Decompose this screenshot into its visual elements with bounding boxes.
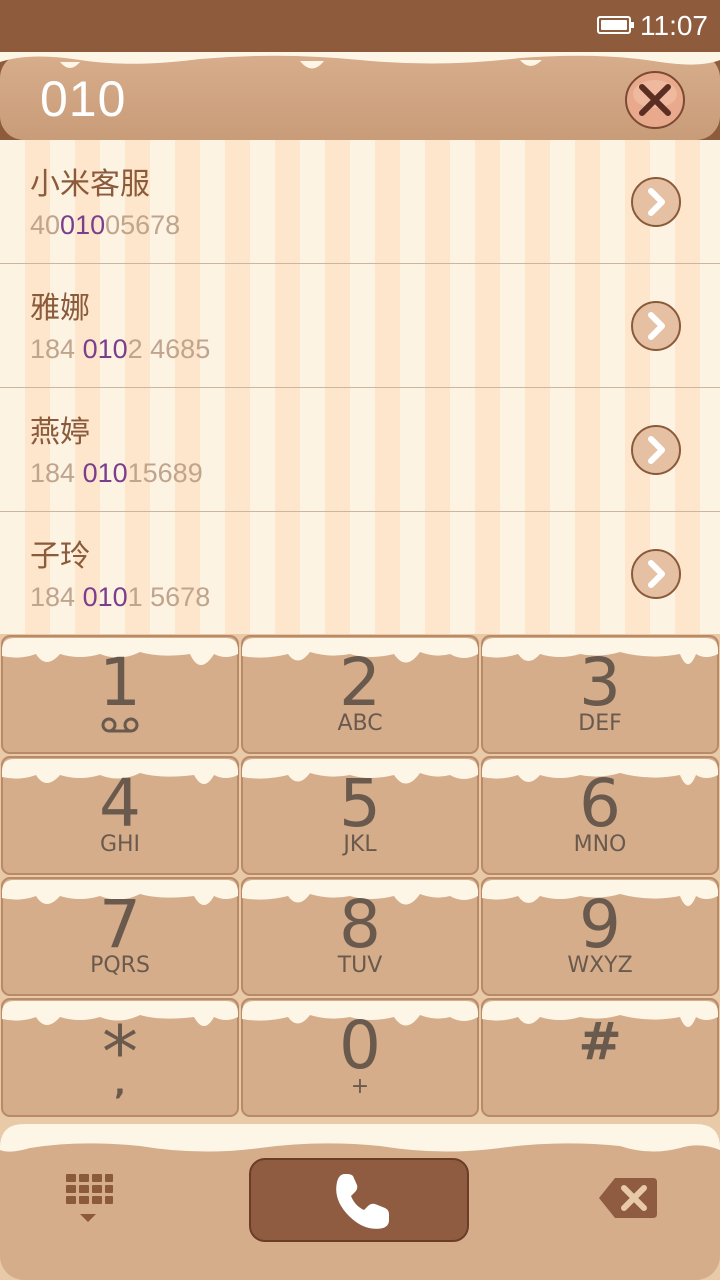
key-letters: JKL <box>343 832 377 857</box>
key-4[interactable]: 4 GHI <box>0 755 240 876</box>
dialpad-toggle-button[interactable] <box>62 1170 114 1230</box>
key-letters: + <box>350 1074 370 1099</box>
contact-detail-button[interactable] <box>630 548 682 600</box>
chevron-right-icon <box>631 425 681 475</box>
contact-name: 小米客服 <box>30 168 150 201</box>
dialer-action-bar <box>0 1120 720 1280</box>
contact-detail-button[interactable] <box>630 300 682 352</box>
key-digit: # <box>578 1012 622 1072</box>
key-letters: MNO <box>573 832 627 857</box>
contact-row[interactable]: 子玲 184 0101 5678 <box>0 512 720 636</box>
close-icon <box>625 71 685 129</box>
matched-digits: 010 <box>82 582 128 612</box>
key-digit: 5 <box>339 765 381 842</box>
dialed-number-bar: 010 <box>0 52 720 142</box>
clear-button[interactable] <box>624 70 686 130</box>
key-digit: 6 <box>579 765 621 842</box>
key-letters: WXYZ <box>567 953 633 978</box>
contact-name: 燕婷 <box>30 416 90 449</box>
contact-row[interactable]: 雅娜 184 0102 4685 <box>0 264 720 388</box>
key-letters: GHI <box>99 832 141 857</box>
key-0[interactable]: 0 + <box>240 997 480 1118</box>
contact-name: 子玲 <box>30 540 90 573</box>
key-letters: TUV <box>337 953 383 978</box>
key-digit: 4 <box>99 765 141 842</box>
key-letters: ABC <box>337 711 383 736</box>
key-digit: 7 <box>99 886 141 963</box>
contact-number: 184 01015689 <box>30 458 203 488</box>
call-button[interactable] <box>249 1158 469 1242</box>
contact-number: 4001005678 <box>30 210 181 240</box>
dialed-number[interactable]: 010 <box>40 72 126 126</box>
key-8[interactable]: 8 TUV <box>240 876 480 997</box>
matched-digits: 010 <box>82 334 128 364</box>
key-letters: PQRS <box>90 953 150 978</box>
matched-digits: 010 <box>82 458 128 488</box>
key-hash[interactable]: # <box>480 997 720 1118</box>
voicemail-icon <box>101 717 139 733</box>
chevron-right-icon <box>631 177 681 227</box>
battery-icon <box>597 16 634 34</box>
chevron-right-icon <box>631 301 681 351</box>
key-digit: 1 <box>99 644 141 721</box>
status-bar: 11:07 <box>0 0 720 52</box>
phone-icon <box>336 1174 389 1229</box>
dial-keypad: 1 2 ABC 3 DEF 4 GHI 5 JKL 6 MNO 7 PQRS 8… <box>0 634 720 1120</box>
contact-detail-button[interactable] <box>630 424 682 476</box>
key-digit: 3 <box>579 644 621 721</box>
contact-number: 184 0101 5678 <box>30 582 211 612</box>
matched-digits: 010 <box>60 210 106 240</box>
contact-row[interactable]: 小米客服 4001005678 <box>0 140 720 264</box>
key-digit: 9 <box>579 886 621 963</box>
contact-name: 雅娜 <box>30 292 90 325</box>
key-6[interactable]: 6 MNO <box>480 755 720 876</box>
key-star[interactable]: * , <box>0 997 240 1118</box>
key-3[interactable]: 3 DEF <box>480 634 720 755</box>
contact-results-list: 小米客服 4001005678 雅娜 184 0102 4685 燕婷 184 … <box>0 140 720 636</box>
key-7[interactable]: 7 PQRS <box>0 876 240 997</box>
key-5[interactable]: 5 JKL <box>240 755 480 876</box>
backspace-button[interactable] <box>597 1176 659 1220</box>
contact-number: 184 0102 4685 <box>30 334 211 364</box>
contact-detail-button[interactable] <box>630 176 682 228</box>
chevron-right-icon <box>631 549 681 599</box>
backspace-icon <box>599 1178 657 1218</box>
contact-row[interactable]: 燕婷 184 01015689 <box>0 388 720 512</box>
key-letters: , <box>114 1067 126 1102</box>
key-digit: 8 <box>339 886 381 963</box>
key-9[interactable]: 9 WXYZ <box>480 876 720 997</box>
dialpad-icon <box>66 1174 113 1222</box>
key-digit: 0 <box>339 1007 381 1084</box>
clock: 11:07 <box>640 10 708 41</box>
key-2[interactable]: 2 ABC <box>240 634 480 755</box>
key-1[interactable]: 1 <box>0 634 240 755</box>
key-letters: DEF <box>578 711 622 736</box>
key-digit: 2 <box>339 644 381 721</box>
